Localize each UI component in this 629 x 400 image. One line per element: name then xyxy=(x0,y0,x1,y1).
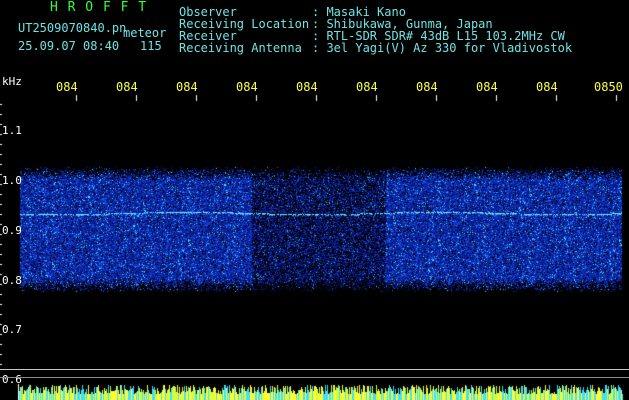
spectrogram-canvas xyxy=(0,0,629,400)
y-tick-label: 0.7 xyxy=(2,323,22,336)
antenna-value: : 3el Yagi(V) Az 330 for Vladivostok xyxy=(312,41,573,55)
y-tick-label: 1.0 xyxy=(2,174,22,187)
date-time-label: 25.09.07 08:40 xyxy=(18,39,120,53)
x-tick-label: 0850 xyxy=(594,80,623,94)
spectrogram-screen: H R O F F T UT2509070840.pn meteor 25.09… xyxy=(0,0,629,400)
x-tick-label: 084 xyxy=(296,80,318,94)
x-tick-label: 084 xyxy=(236,80,258,94)
x-tick-label: 084 xyxy=(416,80,438,94)
x-tick-label: 084 xyxy=(116,80,138,94)
y-tick-label: 1.1 xyxy=(2,124,22,137)
x-tick-label: 084 xyxy=(56,80,78,94)
app-logo: H R O F F T xyxy=(50,0,148,15)
x-tick-label: 084 xyxy=(536,80,558,94)
y-tick-label: 0.6 xyxy=(2,373,22,386)
meteor-label: meteor xyxy=(123,26,167,40)
y-tick-label: 0.8 xyxy=(2,274,22,287)
antenna-label: Receiving Antenna xyxy=(179,41,302,55)
reference-line xyxy=(0,369,629,370)
y-axis-unit: kHz xyxy=(2,75,22,88)
reference-line xyxy=(0,377,629,378)
y-tick-label: 0.9 xyxy=(2,224,22,237)
x-tick-label: 084 xyxy=(356,80,378,94)
meteor-count: 115 xyxy=(140,39,162,53)
x-tick-label: 084 xyxy=(176,80,198,94)
filename-label: UT2509070840.pn xyxy=(18,21,127,35)
x-tick-label: 084 xyxy=(476,80,498,94)
